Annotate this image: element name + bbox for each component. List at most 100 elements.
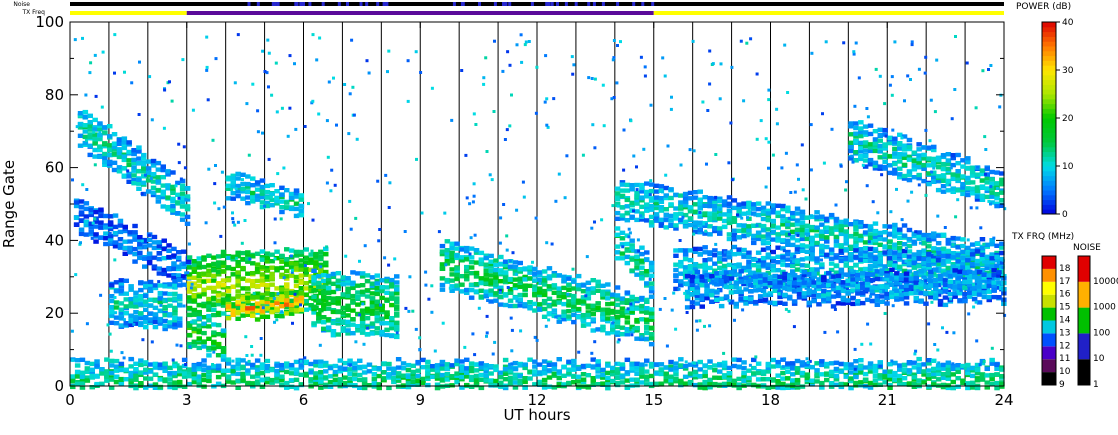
echo-cell: [614, 232, 621, 237]
echo-cell: [171, 246, 177, 252]
echo-cell: [146, 255, 153, 260]
echo-cell: [877, 143, 883, 149]
echo-cell: [245, 306, 251, 311]
echo-cell: [916, 263, 922, 269]
echo-cell: [913, 270, 919, 276]
echo-cell: [678, 200, 684, 205]
echo-cell: [782, 301, 788, 306]
echo-cell: [926, 262, 932, 267]
echo-cell: [755, 201, 762, 206]
echo-cell: [877, 236, 883, 242]
echo-cell: [821, 289, 827, 294]
echo-cell: [940, 246, 947, 251]
echo-cell: [989, 252, 995, 257]
echo-cell: [318, 249, 324, 254]
echo-cell: [882, 127, 888, 133]
echo-cell: [230, 380, 236, 385]
echo-cell: [93, 232, 99, 237]
echo-cell: [901, 233, 908, 238]
echo-cell: [639, 276, 645, 281]
echo-cell: [288, 273, 295, 278]
echo-cell: [887, 244, 893, 249]
echo-cell: [892, 250, 898, 255]
echo-cell: [546, 362, 553, 367]
echo-cell: [760, 262, 767, 267]
echo-cell: [850, 296, 856, 301]
echo-cell: [303, 267, 309, 272]
echo-cell: [867, 258, 874, 264]
echo-cell: [279, 205, 285, 210]
echo-cell: [123, 311, 129, 316]
echo-cell: [157, 318, 164, 323]
echo-cell: [220, 354, 227, 359]
echo-cell: [634, 209, 640, 214]
echo-cell: [136, 177, 142, 182]
noise-speck: [502, 2, 505, 6]
echo-cell: [245, 250, 251, 255]
echo-cell: [132, 246, 138, 252]
echo-cell: [240, 374, 246, 379]
echo-cell: [220, 278, 227, 283]
echo-cell: [556, 300, 562, 305]
echo-cell: [787, 287, 793, 292]
echo-cell: [83, 219, 90, 225]
echo-cell: [702, 262, 708, 267]
echo-cell: [112, 224, 119, 230]
echo-cell: [488, 273, 494, 278]
echo-cell: [191, 379, 198, 385]
echo-cell: [751, 206, 757, 211]
echo-cell: [104, 369, 110, 374]
echo-cell: [171, 261, 177, 266]
echo-cell: [785, 252, 791, 257]
echo-cell: [325, 273, 332, 279]
echo-cell: [921, 163, 927, 168]
echo-cell: [668, 374, 674, 379]
echo-cell: [969, 170, 976, 175]
echo-cell: [150, 190, 157, 195]
echo-cell: [347, 376, 353, 381]
echo-cell: [379, 285, 385, 290]
echo-cell: [610, 292, 616, 297]
echo-cell: [151, 240, 158, 245]
echo-cell: [186, 305, 193, 311]
echo-cell: [279, 374, 285, 379]
echo-cell: [869, 272, 876, 277]
echo-cell: [605, 291, 611, 296]
echo-cell: [186, 367, 193, 372]
echo-cell: [340, 305, 346, 311]
echo-cell: [170, 204, 176, 209]
echo-cell: [862, 245, 869, 251]
echo-cell: [884, 301, 890, 306]
echo-cell: [965, 160, 971, 165]
echo-cell: [127, 230, 133, 235]
echo-cell: [619, 193, 626, 199]
echo-cell: [585, 363, 592, 368]
echo-cell: [98, 225, 104, 230]
echo-cell: [103, 241, 109, 247]
echo-cell: [201, 271, 207, 276]
echo-cell: [965, 156, 971, 161]
echo-cell: [215, 332, 222, 337]
echo-cell: [321, 278, 327, 284]
echo-cell: [945, 248, 952, 254]
echo-cell: [867, 162, 874, 167]
echo-cell: [274, 195, 280, 201]
echo-cell: [707, 365, 713, 370]
echo-cell: [345, 307, 351, 312]
echo-cell: [682, 248, 689, 253]
echo-cell: [884, 273, 890, 278]
echo-cell: [191, 298, 198, 303]
echo-cell: [215, 260, 222, 265]
echo-cell: [369, 304, 376, 309]
echo-cell: [923, 301, 929, 306]
echo-cell: [714, 297, 720, 302]
echo-cell: [648, 332, 655, 337]
echo-cell: [507, 375, 514, 381]
echo-cell: [172, 296, 178, 301]
echo-cell: [321, 315, 327, 320]
echo-cell: [809, 235, 815, 240]
echo-cell: [867, 123, 874, 128]
echo-cell: [717, 265, 723, 270]
echo-cell: [942, 272, 949, 277]
echo-cell: [340, 292, 346, 297]
